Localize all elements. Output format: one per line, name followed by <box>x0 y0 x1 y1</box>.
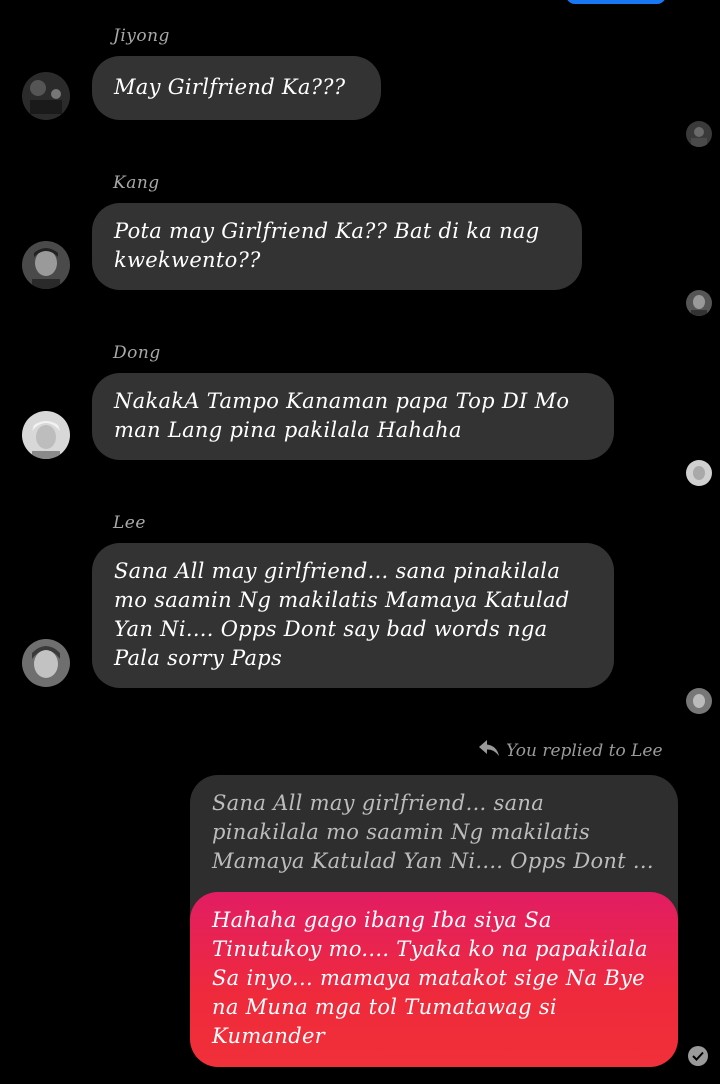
outgoing-message-bubble[interactable]: Hahaha gago ibang Iba siya Sa Tinutukoy … <box>190 892 678 1067</box>
reply-context-label: You replied to Lee <box>506 740 663 761</box>
avatar[interactable] <box>22 411 70 459</box>
avatar[interactable] <box>22 639 70 687</box>
seen-receipt-avatar <box>686 460 712 486</box>
avatar[interactable] <box>22 72 70 120</box>
message-bubble[interactable]: Sana All may girlfriend... sana pinakila… <box>92 543 614 688</box>
message-bubble[interactable]: Pota may Girlfriend Ka?? Bat di ka nag k… <box>92 203 582 290</box>
message-bubble[interactable]: NakakA Tampo Kanaman papa Top DI Mo man … <box>92 373 614 460</box>
avatar[interactable] <box>22 241 70 289</box>
sender-name: Lee <box>113 513 146 533</box>
reply-context: You replied to Lee <box>478 739 663 762</box>
seen-receipt-avatar <box>686 290 712 316</box>
sender-name: Jiyong <box>113 26 170 46</box>
sender-name: Dong <box>113 343 161 363</box>
sender-name: Kang <box>113 173 160 193</box>
seen-receipt-avatar <box>686 121 712 147</box>
check-circle-icon <box>688 1046 708 1066</box>
seen-receipt-avatar <box>686 688 712 714</box>
top-bubble-edge <box>566 0 666 4</box>
reply-arrow-icon <box>478 739 500 762</box>
message-bubble[interactable]: May Girlfriend Ka??? <box>92 56 381 120</box>
